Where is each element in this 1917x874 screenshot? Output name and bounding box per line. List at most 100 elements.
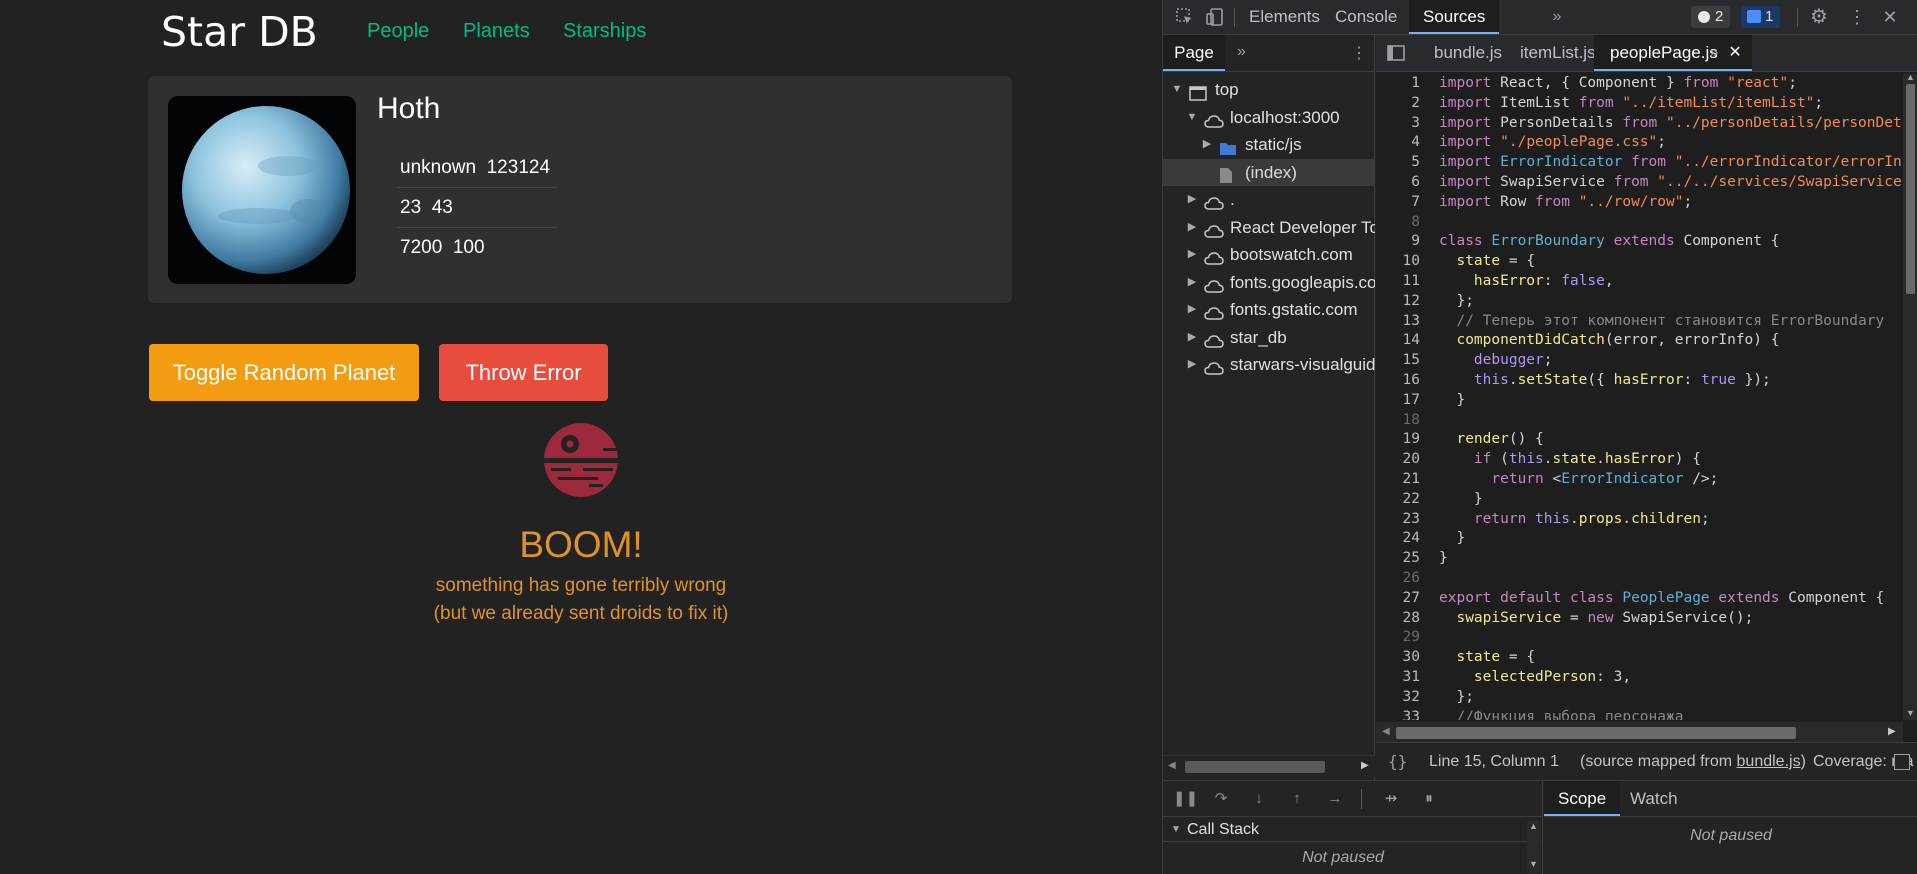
throw-error-button[interactable]: Throw Error (439, 344, 608, 401)
line-number[interactable]: 1 (1376, 74, 1420, 94)
code-line[interactable]: 3 import PersonDetails from "../personDet… (1376, 114, 1901, 134)
vertical-scrollbar[interactable]: ▲ ▼ (1903, 72, 1917, 720)
scrollbar-thumb[interactable] (1906, 84, 1915, 294)
scrollbar-thumb[interactable] (1185, 761, 1325, 773)
line-number[interactable]: 10 (1376, 252, 1420, 272)
scroll-up-icon[interactable]: ▲ (1529, 821, 1538, 831)
tree-item[interactable]: ▼ localhost:3000 (1163, 104, 1375, 132)
tree-item[interactable]: ▶ bootswatch.com (1163, 241, 1375, 269)
code-line[interactable]: 24 } (1376, 529, 1901, 549)
tab-scope[interactable]: Scope (1544, 781, 1621, 816)
code-line[interactable]: 15 debugger; (1376, 351, 1901, 371)
code-line[interactable]: 13 // Теперь этот компонент становится E… (1376, 312, 1901, 332)
pause-icon[interactable]: ❚❚ (1173, 789, 1198, 809)
line-number[interactable]: 5 (1376, 153, 1420, 173)
scroll-right-icon[interactable]: ▶ (1361, 760, 1369, 771)
code-line[interactable]: 11 hasError: false, (1376, 272, 1901, 292)
step-icon[interactable]: → (1325, 789, 1345, 809)
tree-item[interactable]: (index) (1163, 158, 1375, 186)
device-toolbar-icon[interactable] (1205, 7, 1225, 27)
scroll-left-icon[interactable]: ◀ (1382, 726, 1390, 737)
line-number[interactable]: 6 (1376, 173, 1420, 193)
brand-title[interactable]: Star DB (161, 8, 318, 56)
chevron-down-icon[interactable]: ▼ (1186, 104, 1198, 132)
line-number[interactable]: 22 (1376, 490, 1420, 510)
line-number[interactable]: 3 (1376, 114, 1420, 134)
code-line[interactable]: 19 render() { (1376, 430, 1901, 450)
code-line[interactable]: 31 selectedPerson: 3, (1376, 668, 1901, 688)
line-number[interactable]: 14 (1376, 331, 1420, 351)
line-number[interactable]: 26 (1376, 569, 1420, 589)
line-number[interactable]: 21 (1376, 470, 1420, 490)
code-line[interactable]: 21 return <ErrorIndicator />; (1376, 470, 1901, 490)
tree-item[interactable]: ▶. (1163, 186, 1375, 214)
drawer-toggle-icon[interactable] (1894, 754, 1910, 770)
line-number[interactable]: 28 (1376, 609, 1420, 629)
line-number[interactable]: 2 (1376, 94, 1420, 114)
code-line[interactable]: 28 swapiService = new SwapiService(); (1376, 609, 1901, 629)
tree-item[interactable]: ▼ top (1163, 76, 1375, 104)
line-number[interactable]: 32 (1376, 688, 1420, 708)
line-number[interactable]: 9 (1376, 232, 1420, 252)
call-stack-header[interactable]: Call Stack (1163, 818, 1543, 842)
source-map-link[interactable]: bundle.js (1737, 753, 1801, 770)
chevron-right-icon[interactable]: ▶ (1201, 131, 1213, 159)
line-number[interactable]: 11 (1376, 272, 1420, 292)
line-number[interactable]: 24 (1376, 529, 1420, 549)
step-into-icon[interactable]: ↓ (1249, 789, 1269, 809)
tab-watch[interactable]: Watch (1616, 781, 1692, 816)
code-line[interactable]: 29 (1376, 628, 1901, 648)
tree-item[interactable]: ▶ React Developer Tools (1163, 214, 1375, 242)
chevron-right-icon[interactable]: ▶ (1186, 241, 1198, 269)
code-line[interactable]: 16 this.setState({ hasError: true }); (1376, 371, 1901, 391)
line-number[interactable]: 8 (1376, 213, 1420, 233)
line-number[interactable]: 4 (1376, 133, 1420, 153)
code-line[interactable]: 20 if (this.state.hasError) { (1376, 450, 1901, 470)
nav-link-starships[interactable]: Starships (563, 20, 646, 43)
pretty-print-icon[interactable]: {} (1388, 743, 1407, 780)
chevron-right-icon[interactable]: ▶ (1186, 269, 1198, 297)
code-line[interactable]: 27 export default class PeoplePage extend… (1376, 589, 1901, 609)
tree-item[interactable]: ▶ star_db (1163, 324, 1375, 352)
code-line[interactable]: 26 (1376, 569, 1901, 589)
more-tabs-icon[interactable]: » (1237, 43, 1246, 61)
code-view[interactable]: 1 import React, { Component } from "react… (1376, 74, 1901, 720)
line-number[interactable]: 31 (1376, 668, 1420, 688)
code-line[interactable]: 12 }; (1376, 292, 1901, 312)
editor-tab-peoplepage[interactable]: peoplePage.js ✕ (1594, 35, 1752, 71)
toggle-navigator-icon[interactable] (1386, 43, 1406, 63)
scroll-down-icon[interactable]: ▼ (1906, 708, 1915, 718)
tree-item[interactable]: ▶ fonts.googleapis.com (1163, 269, 1375, 297)
chevron-right-icon[interactable]: ▶ (1186, 296, 1198, 324)
nav-link-people[interactable]: People (367, 20, 429, 43)
tree-item[interactable]: ▶ starwars-visualguide.com (1163, 351, 1375, 379)
line-number[interactable]: 29 (1376, 628, 1420, 648)
pause-on-exceptions-icon[interactable]: ⏸ (1419, 789, 1439, 809)
step-over-icon[interactable]: ↷ (1211, 789, 1231, 809)
scroll-up-icon[interactable]: ▲ (1906, 72, 1915, 82)
code-line[interactable]: 23 return this.props.children; (1376, 510, 1901, 530)
code-line[interactable]: 18 (1376, 411, 1901, 431)
code-line[interactable]: 7 import Row from "../row/row"; (1376, 193, 1901, 213)
line-number[interactable]: 15 (1376, 351, 1420, 371)
code-line[interactable]: 25} (1376, 549, 1901, 569)
code-line[interactable]: 30 state = { (1376, 648, 1901, 668)
chevron-right-icon[interactable]: ▶ (1186, 351, 1198, 379)
tab-page[interactable]: Page (1163, 35, 1225, 71)
tab-elements[interactable]: Elements (1235, 0, 1334, 34)
tree-item[interactable]: ▶ static/js (1163, 131, 1375, 159)
kebab-menu-icon[interactable]: ⋮ (1847, 7, 1867, 27)
more-tabs-icon[interactable]: » (1547, 7, 1567, 27)
close-icon[interactable]: ✕ (1880, 7, 1900, 27)
scrollbar-thumb[interactable] (1396, 727, 1796, 739)
more-tabs-icon[interactable]: » (1704, 43, 1724, 63)
code-line[interactable]: 4 import "./peoplePage.css"; (1376, 133, 1901, 153)
tree-item[interactable]: ▶ fonts.gstatic.com (1163, 296, 1375, 324)
kebab-menu-icon[interactable]: ⋮ (1351, 43, 1367, 63)
code-line[interactable]: 32 }; (1376, 688, 1901, 708)
chevron-right-icon[interactable]: ▶ (1186, 324, 1198, 352)
scroll-left-icon[interactable]: ◀ (1168, 760, 1176, 771)
code-line[interactable]: 5 import ErrorIndicator from "../errorInd… (1376, 153, 1901, 173)
chevron-right-icon[interactable]: ▶ (1186, 214, 1198, 242)
line-number[interactable]: 19 (1376, 430, 1420, 450)
